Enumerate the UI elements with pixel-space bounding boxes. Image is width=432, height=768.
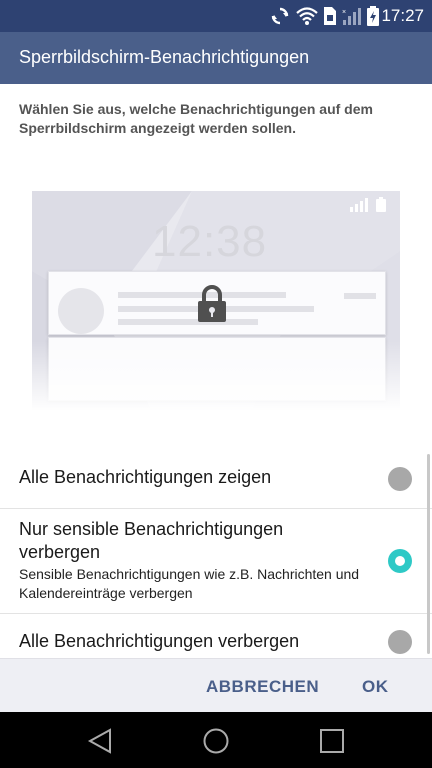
dialog-description: Wählen Sie aus, welche Benachrichtigunge… bbox=[19, 101, 373, 136]
lock-icon bbox=[198, 285, 226, 322]
preview-clock: 12:38 bbox=[152, 217, 268, 266]
preview-status-icons bbox=[350, 197, 386, 212]
wifi-icon bbox=[296, 7, 318, 25]
status-clock: 17:27 bbox=[381, 6, 424, 25]
radio-button-selected[interactable] bbox=[388, 549, 412, 573]
scrollbar[interactable] bbox=[427, 454, 430, 654]
signal-icon: × bbox=[342, 8, 361, 25]
status-bar: × 17:27 bbox=[0, 0, 432, 32]
navigation-bar bbox=[0, 712, 432, 768]
dialog-title: Sperrbildschirm-Benachrichtigungen bbox=[19, 47, 310, 67]
option-description: Sensible Benachrichtigungen wie z.B. Nac… bbox=[19, 566, 360, 601]
sync-icon bbox=[271, 7, 289, 25]
dialog-button-bar: ABBRECHEN OK bbox=[0, 658, 432, 713]
lockscreen-preview: 12:38 bbox=[32, 191, 400, 411]
dialog-header: Sperrbildschirm-Benachrichtigungen bbox=[0, 32, 432, 84]
cancel-button[interactable]: ABBRECHEN bbox=[206, 677, 319, 697]
home-icon[interactable] bbox=[202, 727, 230, 755]
option-label: Alle Benachrichtigungen verbergen bbox=[19, 631, 300, 651]
preview-text-line bbox=[118, 319, 258, 325]
option-hide-all[interactable]: Alle Benachrichtigungen verbergen bbox=[0, 613, 432, 659]
ok-button[interactable]: OK bbox=[362, 677, 389, 697]
dialog-content: Wählen Sie aus, welche Benachrichtigunge… bbox=[0, 84, 432, 658]
option-show-all[interactable]: Alle Benachrichtigungen zeigen bbox=[0, 450, 432, 508]
option-label: Alle Benachrichtigungen zeigen bbox=[19, 467, 272, 487]
sim-icon bbox=[324, 7, 336, 25]
radio-button[interactable] bbox=[388, 630, 412, 654]
recent-apps-icon[interactable] bbox=[318, 727, 346, 755]
preview-avatar bbox=[58, 288, 104, 334]
preview-fade bbox=[32, 341, 400, 411]
option-hide-sensitive[interactable]: Nur sensible Benachrichtigungen verberge… bbox=[0, 508, 432, 614]
preview-text-line bbox=[344, 293, 376, 299]
svg-text:×: × bbox=[342, 9, 346, 16]
back-icon[interactable] bbox=[86, 727, 116, 755]
battery-charging-icon bbox=[367, 6, 379, 26]
option-label: Nur sensible Benachrichtigungen verberge… bbox=[19, 519, 284, 562]
radio-button[interactable] bbox=[388, 467, 412, 491]
